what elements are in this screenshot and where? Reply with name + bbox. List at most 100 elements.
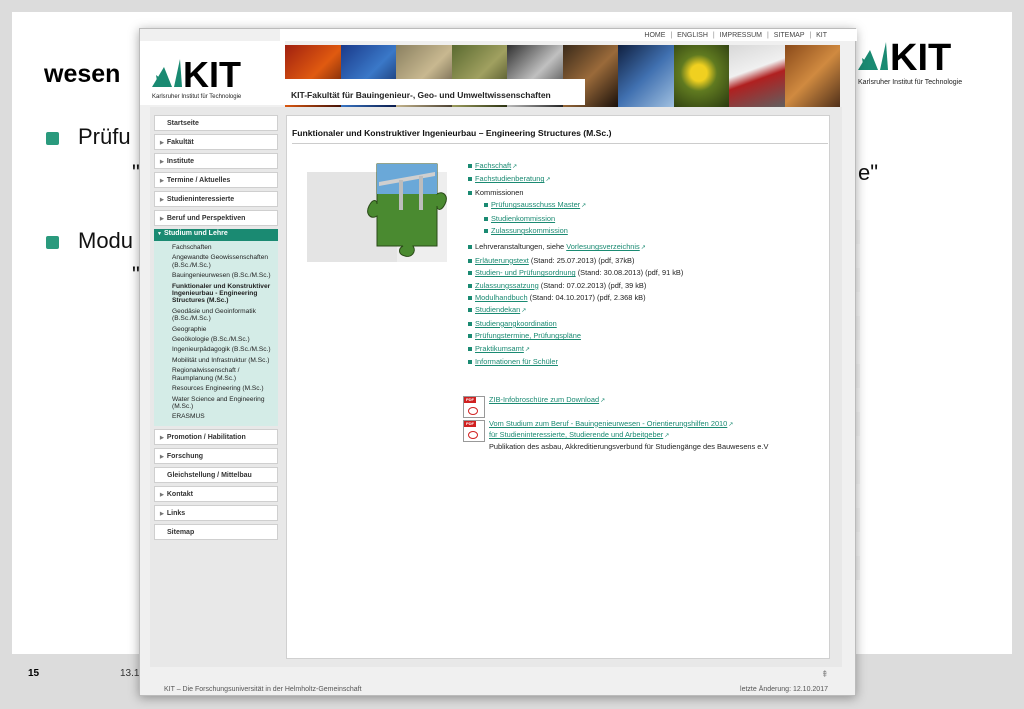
banner-image-flower [673,45,729,107]
external-link-icon: ↗ [581,203,587,210]
external-link-icon: ↗ [521,308,527,315]
slide-date: 13.1 [120,668,140,679]
sidebar-item-label: Studieninteressierte [166,196,235,203]
sidebar-item-label: Forschung [166,452,204,460]
sidebar-item-label: Sitemap [167,528,195,536]
sidebar-item-promotion[interactable]: ▶ Promotion / Habilitation [154,428,278,445]
slide-title: wesen [44,60,121,88]
sidebar-item-studieninteressierte[interactable]: ▶ Studieninteressierte [154,191,278,207]
slide-bullet-text-1: Prüfu [78,124,131,149]
slide-bullet-2 [46,236,59,249]
footer-last-modified: letzte Änderung: 12.10.2017 [740,686,828,693]
subnav-item[interactable]: Geographie [154,325,278,335]
content-link[interactable]: Fachstudienberatung [475,174,544,183]
sidebar-item-label: Institute [166,158,195,165]
kit-header-logo-text: KIT [183,54,241,95]
main-content: Funktionaler und Konstruktiver Ingenieur… [286,115,830,659]
page-footer: KIT – Die Forschungsuniversität in der H… [150,684,842,696]
pdf-link-orientierung-line2[interactable]: für Studieninteressierte, Studierende un… [489,430,663,439]
sidebar-item-termine[interactable]: ▶ Termine / Aktuelles [154,172,278,188]
subnav-item[interactable]: Geoökologie (B.Sc./M.Sc.) [154,335,278,345]
content-link[interactable]: Zulassungssatzung [475,281,539,290]
topnav-english[interactable]: ENGLISH [677,32,708,39]
sidebar-subnav: Fachschaften Angewandte Geowissenschafte… [154,241,278,426]
list-item: Fachstudienberatung↗ [467,173,817,186]
content-link[interactable]: Studienkommission [491,214,555,223]
external-link-icon: ↗ [545,177,551,184]
subnav-item[interactable]: Regionalwissenschaft / Raumplanung (M.Sc… [154,366,278,384]
subnav-item[interactable]: Fachschaften [154,243,278,253]
sidebar-item-label: Fakultät [166,139,194,146]
sidebar-item-gleichstellung[interactable]: Gleichstellung / Mittelbau [154,466,278,483]
subnav-item[interactable]: Angewandte Geowissenschaften (B.Sc./M.Sc… [154,253,278,271]
subnav-item-current[interactable]: Funktionaler und Konstruktiver Ingenieur… [154,282,278,307]
list-item-text: Lehrveranstaltungen, siehe [475,242,567,252]
chevron-right-icon: ▶ [160,491,164,498]
embedded-webpage-screenshot: HOME | ENGLISH | IMPRESSUM | SITEMAP | K… [139,28,857,696]
slide-bullet-text-1-tail: e" [858,160,879,185]
sidebar-item-startseite[interactable]: Startseite [154,115,278,131]
external-link-icon: ↗ [600,398,606,404]
subnav-item[interactable]: Geodäsie und Geoinformatik (B.Sc./M.Sc.) [154,307,278,325]
list-item: Prüfungsausschuss Master↗ [483,199,817,212]
link-list: Fachschaft↗ Fachstudienberatung↗ Kommissio… [467,160,817,369]
list-item: Praktikumsamt↗ [467,343,817,356]
pdf-file-icon[interactable]: PDF [463,419,485,442]
chevron-right-icon: ▶ [160,140,164,146]
list-item: Studiengangkoordination [467,318,817,330]
list-item-text: (Stand: 25.07.2013) (pdf, 37kB) [528,255,635,265]
sidebar-item-institute[interactable]: ▶ Institute [154,153,278,169]
external-link-icon: ↗ [640,245,646,252]
content-link[interactable]: Studien- und Prüfungsordnung [475,268,576,277]
content-link[interactable]: Zulassungskommission [491,226,568,235]
external-link-icon: ↗ [664,433,670,439]
sidebar-item-fakultaet[interactable]: ▶ Fakultät [154,134,278,150]
content-link[interactable]: Prüfungstermine, Prüfungspläne [475,331,581,340]
pdf-download-orientierung: PDF Vom Studium zum Beruf - Bauingenieur… [463,419,823,453]
sidebar-item-beruf[interactable]: ▶ Beruf und Perspektiven [154,210,278,226]
subnav-item[interactable]: Mobilität und Infrastruktur (M.Sc.) [154,356,278,366]
content-link[interactable]: Informationen für Schüler [475,357,558,366]
subnav-item[interactable]: Resources Engineering (M.Sc.) [154,384,278,394]
sidebar-item-label: Startseite [167,120,199,127]
pdf-link-zib[interactable]: ZIB-Infobroschüre zum Download [489,395,599,404]
topnav-impressum[interactable]: IMPRESSUM [720,32,762,39]
topnav-kit[interactable]: KIT [816,32,827,39]
kit-header-logo[interactable]: KIT Karlsruher Institut für Technologie [140,41,285,105]
sidebar-item-links[interactable]: ▶ Links [154,504,278,521]
pdf-downloads: PDF ZIB-Infobroschüre zum Download↗ PDF … [463,391,823,452]
scroll-to-top-icon[interactable]: ⇞ [821,669,829,680]
sidebar-navigation: Startseite ▶ Fakultät ▶ Institute ▶ Termine… [154,115,278,543]
list-item-text: (Stand: 04.10.2017) (pdf, 2.368 kB) [527,293,646,303]
content-link[interactable]: Erläuterungstext [475,256,529,265]
pdf-file-icon[interactable]: PDF [463,396,485,418]
subnav-item[interactable]: Bauingenieurwesen (B.Sc./M.Sc.) [154,271,278,281]
sidebar-item-studium-active[interactable]: ▼ Studium und Lehre [154,229,278,241]
content-link[interactable]: Vorlesungsverzeichnis [566,242,640,251]
content-link[interactable]: Studiendekan [475,305,520,314]
external-link-icon: ↗ [512,164,518,170]
sidebar-item-label: Studium und Lehre [163,230,228,237]
content-link[interactable]: Fachschaft [475,161,511,170]
subnav-item[interactable]: ERASMUS [154,412,278,422]
sidebar-item-kontakt[interactable]: ▶ Kontakt [154,485,278,502]
content-link[interactable]: Prüfungsausschuss Master [491,200,580,209]
subnav-item[interactable]: Ingenieurpädagogik (B.Sc./M.Sc.) [154,345,278,355]
list-item: Erläuterungstext (Stand: 25.07.2013) (pd… [467,255,817,267]
content-link[interactable]: Studiengangkoordination [475,319,557,328]
sidebar-item-forschung[interactable]: ▶ Forschung [154,447,278,464]
banner-image-water [618,45,674,107]
slide-page-number: 15 [28,668,40,679]
sidebar-item-label: Links [166,509,186,517]
external-link-icon: ↗ [524,346,530,353]
topnav-sitemap[interactable]: SITEMAP [774,32,805,39]
topnav-home[interactable]: HOME [644,32,665,39]
list-item: Kommissionen [467,187,817,199]
title-divider [292,143,828,144]
content-link[interactable]: Praktikumsamt [475,344,524,353]
pdf-link-orientierung[interactable]: Vom Studium zum Beruf - Bauingenieurwese… [489,419,727,428]
subnav-item[interactable]: Water Science and Engineering (M.Sc.) [154,395,278,413]
banner-image-house [729,45,785,107]
content-link[interactable]: Modulhandbuch [475,293,528,302]
sidebar-item-sitemap[interactable]: Sitemap [154,523,278,540]
